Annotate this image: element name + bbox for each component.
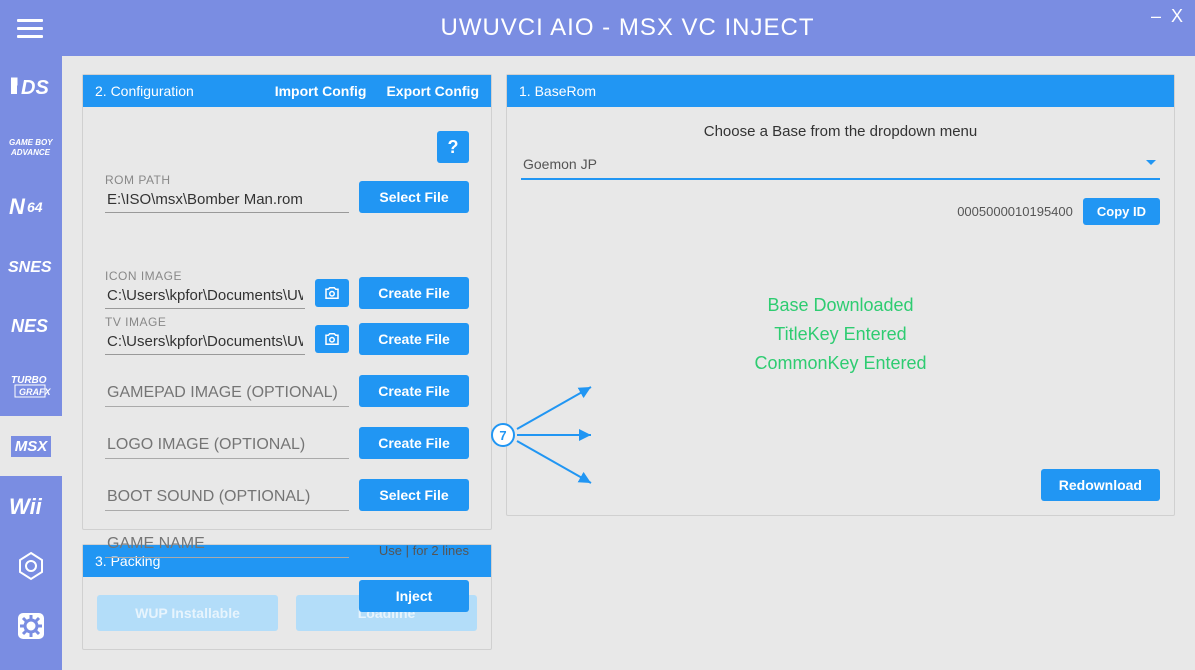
game-name-input[interactable] [105, 531, 349, 558]
gamepad-create-file-button[interactable]: Create File [359, 375, 469, 407]
sidebar-item-settings[interactable] [0, 596, 62, 656]
boot-sound-select-file-button[interactable]: Select File [359, 479, 469, 511]
base-dropdown[interactable]: Goemon JP [521, 150, 1160, 180]
status-commonkey: CommonKey Entered [521, 353, 1160, 374]
logo-image-input[interactable] [105, 432, 349, 459]
svg-text:GAME BOY: GAME BOY [9, 138, 53, 147]
sidebar-item-snes[interactable]: SNES [0, 236, 62, 296]
app-title: UWUVCI AIO - MSX VC INJECT [60, 14, 1195, 42]
boot-sound-input[interactable] [105, 484, 349, 511]
icon-create-file-button[interactable]: Create File [359, 277, 469, 309]
config-header: 2. Configuration [95, 83, 194, 99]
baserom-panel: 1. BaseRom Choose a Base from the dropdo… [506, 74, 1175, 516]
title-id: 0005000010195400 [957, 204, 1073, 219]
svg-text:DS: DS [21, 77, 49, 98]
sidebar: DS GAME BOYADVANCE N64 SNES NES TURBOGRA… [0, 56, 62, 670]
baserom-instruction: Choose a Base from the dropdown menu [521, 123, 1160, 140]
gamepad-image-input[interactable] [105, 380, 349, 407]
minimize-button[interactable]: – [1151, 6, 1161, 27]
sidebar-item-ds[interactable]: DS [0, 56, 62, 116]
rom-path-input[interactable] [105, 187, 349, 213]
game-name-hint: Use | for 2 lines [359, 543, 469, 558]
svg-text:ADVANCE: ADVANCE [10, 148, 51, 157]
icon-image-label: ICON IMAGE [105, 269, 305, 283]
rom-path-label: ROM PATH [105, 173, 349, 187]
status-base-downloaded: Base Downloaded [521, 295, 1160, 316]
sidebar-item-nes[interactable]: NES [0, 296, 62, 356]
status-titlekey: TitleKey Entered [521, 324, 1160, 345]
svg-text:N: N [9, 194, 26, 218]
sidebar-item-wii[interactable]: Wii [0, 476, 62, 536]
svg-text:TURBO: TURBO [11, 375, 47, 386]
close-button[interactable]: X [1171, 6, 1183, 27]
tv-image-label: TV IMAGE [105, 315, 305, 329]
hamburger-menu[interactable] [0, 0, 60, 56]
help-button[interactable]: ? [437, 131, 469, 163]
svg-text:64: 64 [27, 199, 43, 215]
sidebar-item-msx[interactable]: MSX [0, 416, 62, 476]
sidebar-item-gba[interactable]: GAME BOYADVANCE [0, 116, 62, 176]
inject-button[interactable]: Inject [359, 580, 469, 612]
copy-id-button[interactable]: Copy ID [1083, 198, 1160, 225]
rom-select-file-button[interactable]: Select File [359, 181, 469, 213]
tv-image-input[interactable] [105, 329, 305, 355]
sidebar-item-n64[interactable]: N64 [0, 176, 62, 236]
svg-text:NES: NES [11, 316, 48, 336]
tv-camera-button[interactable] [315, 325, 349, 353]
icon-camera-button[interactable] [315, 279, 349, 307]
config-panel: 2. Configuration Import Config Export Co… [82, 74, 492, 530]
import-config-button[interactable]: Import Config [275, 83, 367, 99]
redownload-button[interactable]: Redownload [1041, 469, 1160, 501]
baserom-header: 1. BaseRom [507, 75, 1174, 107]
tv-create-file-button[interactable]: Create File [359, 323, 469, 355]
sidebar-item-tg16[interactable]: TURBOGRAFX [0, 356, 62, 416]
svg-text:GRAFX: GRAFX [19, 387, 51, 397]
titlebar: UWUVCI AIO - MSX VC INJECT – X [0, 0, 1195, 56]
svg-text:Wii: Wii [9, 494, 43, 518]
logo-create-file-button[interactable]: Create File [359, 427, 469, 459]
icon-image-input[interactable] [105, 283, 305, 309]
sidebar-item-gcn[interactable] [0, 536, 62, 596]
svg-text:SNES: SNES [8, 259, 52, 276]
export-config-button[interactable]: Export Config [386, 83, 479, 99]
